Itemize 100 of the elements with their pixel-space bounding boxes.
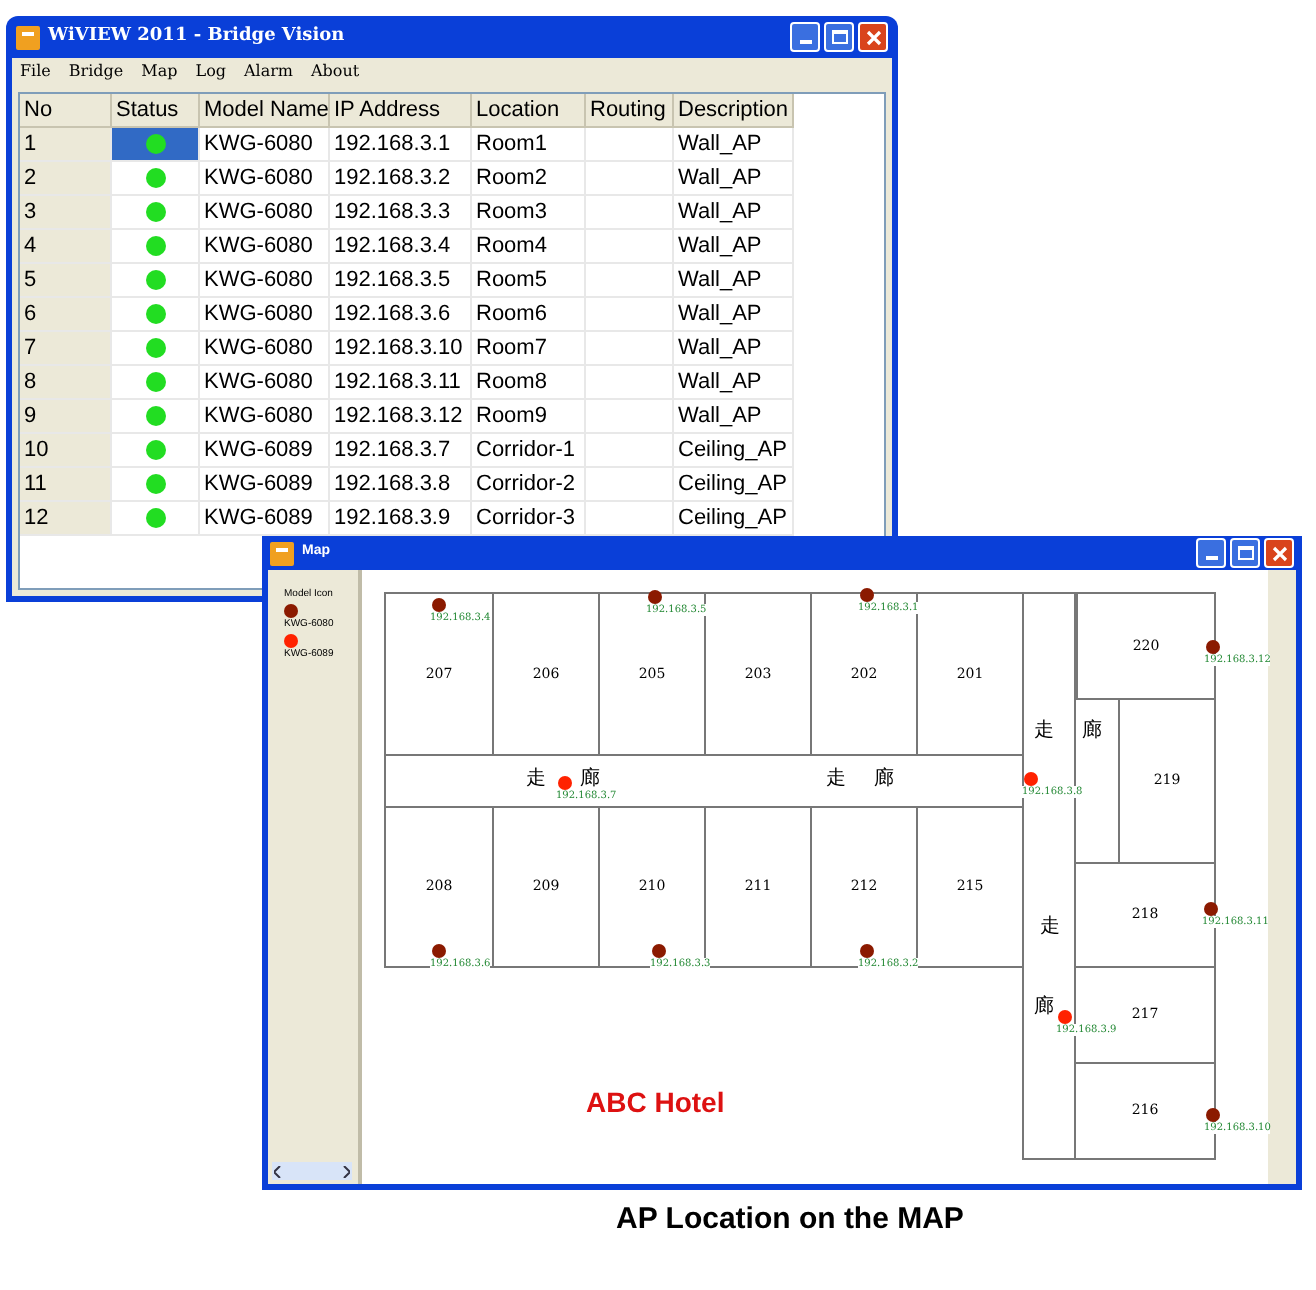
horizontal-scrollbar[interactable]: [272, 1162, 352, 1180]
corridor-label: 廊: [874, 768, 894, 792]
corridor-label: 走: [1034, 720, 1054, 744]
column-header[interactable]: No: [20, 94, 112, 128]
table-cell: KWG-6080: [200, 230, 330, 264]
table-cell: 192.168.3.12: [330, 400, 472, 434]
table-cell: Wall_AP: [674, 400, 794, 434]
table-cell: 192.168.3.6: [330, 298, 472, 332]
table-cell: KWG-6080: [200, 298, 330, 332]
column-header[interactable]: Description: [674, 94, 794, 128]
access-point-pin[interactable]: [1024, 772, 1038, 786]
table-cell: Wall_AP: [674, 128, 794, 162]
column-header[interactable]: Status: [112, 94, 200, 128]
app-icon: [270, 541, 294, 565]
table-cell: 5: [20, 264, 112, 298]
menu-item[interactable]: Log: [195, 60, 226, 84]
table-cell: Wall_AP: [674, 196, 794, 230]
minimize-icon: [799, 40, 811, 44]
table-cell: 10: [20, 434, 112, 468]
table-cell: KWG-6089: [200, 468, 330, 502]
close-button[interactable]: [858, 22, 888, 52]
table-cell: 192.168.3.8: [330, 468, 472, 502]
access-point-pin[interactable]: [1206, 1108, 1220, 1122]
access-point-pin[interactable]: [558, 776, 572, 790]
table-cell: 12: [20, 502, 112, 536]
access-point-pin[interactable]: [648, 590, 662, 604]
close-button[interactable]: [1264, 538, 1294, 568]
table-cell: 192.168.3.5: [330, 264, 472, 298]
column-header[interactable]: Routing: [586, 94, 674, 128]
corridor-label: 廊: [580, 768, 600, 790]
close-icon: [865, 29, 881, 45]
corridor-label: 廊: [1034, 996, 1054, 1020]
table-cell: KWG-6089: [200, 434, 330, 468]
minimize-button[interactable]: [1196, 538, 1226, 568]
figure-caption: AP Location on the MAP: [616, 1200, 964, 1240]
minimize-button[interactable]: [790, 22, 820, 52]
corridor-label: 走: [526, 768, 546, 792]
maximize-icon: [1237, 546, 1253, 560]
app-icon: [16, 25, 40, 49]
table-cell: Room2: [472, 162, 586, 196]
maximize-button[interactable]: [824, 22, 854, 52]
corridor-label: 走: [826, 768, 846, 792]
table-cell: Ceiling_AP: [674, 434, 794, 468]
table-cell: Wall_AP: [674, 264, 794, 298]
column-header[interactable]: IP Address: [330, 94, 472, 128]
menu-item[interactable]: About: [311, 60, 360, 84]
table-cell: Wall_AP: [674, 230, 794, 264]
table-cell: 4: [20, 230, 112, 264]
table-cell: Room5: [472, 264, 586, 298]
maximize-icon: [831, 30, 847, 44]
table-cell: 192.168.3.10: [330, 332, 472, 366]
table-cell: KWG-6080: [200, 264, 330, 298]
table-cell: Ceiling_AP: [674, 468, 794, 502]
table-cell: 192.168.3.7: [330, 434, 472, 468]
table-cell: 192.168.3.4: [330, 230, 472, 264]
table-cell: Room4: [472, 230, 586, 264]
table-cell: Room1: [472, 128, 586, 162]
access-point-pin[interactable]: [860, 588, 874, 602]
table-cell: 192.168.3.3: [330, 196, 472, 230]
table-cell: KWG-6080: [200, 332, 330, 366]
table-cell: KWG-6080: [200, 128, 330, 162]
table-cell: Room9: [472, 400, 586, 434]
window-title: WiVIEW 2011 - Bridge Vision: [48, 23, 347, 50]
table-cell: 1: [20, 128, 112, 162]
table-cell: 11: [20, 468, 112, 502]
table-cell: KWG-6080: [200, 162, 330, 196]
menu-item[interactable]: Bridge: [68, 60, 124, 84]
table-cell: 192.168.3.1: [330, 128, 472, 162]
table-cell: 9: [20, 400, 112, 434]
table-cell: Wall_AP: [674, 332, 794, 366]
table-cell: 8: [20, 366, 112, 400]
table-cell: 192.168.3.11: [330, 366, 472, 400]
maximize-button[interactable]: [1230, 538, 1260, 568]
menu-item[interactable]: File: [20, 60, 51, 84]
minimize-icon: [1205, 556, 1217, 560]
table-cell: Corridor-2: [472, 468, 586, 502]
access-point-pin[interactable]: [1204, 902, 1218, 916]
column-header[interactable]: Model Name: [200, 94, 330, 128]
table-cell: 7: [20, 332, 112, 366]
table-cell: Room6: [472, 298, 586, 332]
table-cell: KWG-6080: [200, 196, 330, 230]
table-cell: Wall_AP: [674, 162, 794, 196]
table-cell: [586, 128, 674, 162]
table-cell: KWG-6080: [200, 400, 330, 434]
table-cell: KWG-6080: [200, 366, 330, 400]
table-cell: 192.168.3.2: [330, 162, 472, 196]
table-cell: 6: [20, 298, 112, 332]
menu-item[interactable]: Alarm: [244, 60, 294, 84]
corridor-label: 廊: [1082, 720, 1102, 744]
table-cell: 2: [20, 162, 112, 196]
access-point-pin[interactable]: [1058, 1010, 1072, 1024]
table-cell: Room3: [472, 196, 586, 230]
table-cell: 3: [20, 196, 112, 230]
access-point-pin[interactable]: [1206, 640, 1220, 654]
column-header[interactable]: Location: [472, 94, 586, 128]
table-cell: Room8: [472, 366, 586, 400]
table-cell: Wall_AP: [674, 366, 794, 400]
table-cell: Room7: [472, 332, 586, 366]
close-icon: [1271, 545, 1287, 561]
menu-item[interactable]: Map: [141, 60, 178, 84]
